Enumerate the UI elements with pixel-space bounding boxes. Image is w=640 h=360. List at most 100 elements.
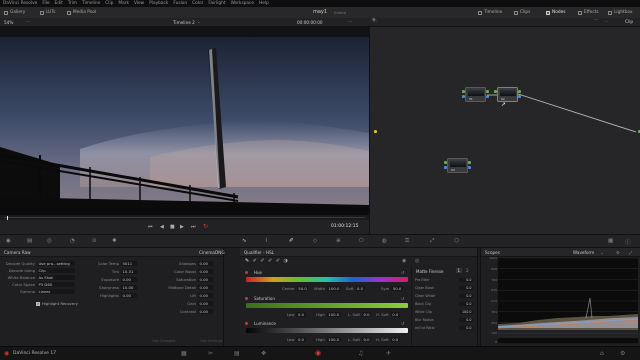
contrast-field[interactable]: Contrast 0.00 <box>156 309 213 314</box>
node-03-key-in[interactable] <box>444 166 447 169</box>
luminance-bar[interactable] <box>246 328 408 333</box>
contrast-input[interactable]: 0.00 <box>198 309 213 314</box>
shadows-input[interactable]: 0.00 <box>198 261 213 266</box>
node-mode[interactable]: Clip <box>625 20 633 25</box>
highlights-field[interactable]: Highlights 0.00 <box>85 293 137 298</box>
luminance-reset-icon[interactable]: ↺ <box>401 321 404 326</box>
midtone-detail-input[interactable]: 0.00 <box>198 285 213 290</box>
node-01-key-out[interactable] <box>486 95 489 98</box>
menu-app[interactable]: DaVinci Resolve <box>3 1 37 6</box>
scope-expand-icon[interactable]: ⤢ <box>629 250 632 255</box>
color-page-icon[interactable]: ◉ <box>315 349 321 357</box>
exposure-input[interactable]: 0.00 <box>121 277 137 282</box>
node-02[interactable]: 02 <box>497 87 518 102</box>
decode-using-field[interactable]: Decode Using Clip <box>2 268 75 273</box>
hue-spectrum-bar[interactable] <box>246 277 408 282</box>
matte-tab-2[interactable]: 2 <box>466 268 469 273</box>
picker-icon[interactable]: ✎ <box>245 258 249 264</box>
picker-plus-icon[interactable]: ✐ <box>260 258 264 264</box>
color-wheels-icon[interactable]: ◎ <box>47 238 52 244</box>
node-02-key-out[interactable] <box>518 95 521 98</box>
sat-lsoft-field[interactable]: L. Soft 0.0 <box>348 312 372 317</box>
play-reverse-icon[interactable]: ◀ <box>160 224 164 230</box>
luminance-enable-icon[interactable] <box>245 322 248 325</box>
node-editor-canvas[interactable]: 01 02 03 ➚ <box>369 27 640 234</box>
lum-low-input[interactable]: 0.0 <box>296 337 306 342</box>
white-balance-select[interactable]: As Shot <box>37 275 75 280</box>
color-space-field[interactable]: Color Space P3 D60 <box>2 282 75 287</box>
lightbox-toggle[interactable]: Lightbox <box>608 10 633 15</box>
softness-plus-icon[interactable]: ✐ <box>276 258 280 264</box>
window-icon[interactable]: ◇ <box>313 238 317 244</box>
cut-page-icon[interactable]: ✂ <box>208 350 213 357</box>
color-temp-field[interactable]: Color Temp 5011 <box>85 261 137 266</box>
decode-quality-select[interactable]: Use pro...setting <box>37 261 75 266</box>
sizing-icon[interactable]: ⤢ <box>430 238 434 245</box>
lum-hsoft-field[interactable]: H. Soft 0.0 <box>376 337 400 342</box>
clean-black-input[interactable]: 0.0 <box>459 286 473 290</box>
sharpness-field[interactable]: Sharpness 10.00 <box>85 285 137 290</box>
color-temp-input[interactable]: 5011 <box>121 261 137 266</box>
lift-input[interactable]: 0.00 <box>198 293 213 298</box>
qualifier-options-icon[interactable]: ◎ <box>415 258 419 264</box>
blur-icon[interactable]: ◍ <box>382 238 387 244</box>
node-options-icon[interactable]: ⋯ <box>604 19 608 24</box>
sat-hsoft-input[interactable]: 0.0 <box>390 312 400 317</box>
in-out-ratio-field[interactable]: In/Out Ratio 0.0 <box>415 326 473 330</box>
menu-file[interactable]: File <box>42 1 49 6</box>
color-space-select[interactable]: P3 D60 <box>37 282 75 287</box>
rgb-mixer-icon[interactable]: ◔ <box>70 238 75 244</box>
timeline-toggle[interactable]: Timeline <box>478 10 502 15</box>
use-settings-button[interactable]: Use Settings <box>200 339 223 343</box>
node-01-rgb-out[interactable] <box>486 90 489 93</box>
decode-quality-field[interactable]: Decode Quality Use pro...setting <box>2 261 75 266</box>
hue-width-input[interactable]: 100.0 <box>327 286 341 291</box>
menu-timeline[interactable]: Timeline <box>82 1 100 6</box>
motion-effects-icon[interactable]: ⊙ <box>92 238 97 244</box>
key-icon[interactable]: ⚿ <box>405 238 409 245</box>
white-clip-field[interactable]: White Clip 100.0 <box>415 310 473 314</box>
blur-radius-field[interactable]: Blur Radius 0.0 <box>415 318 473 322</box>
qualifier-reset-icon[interactable]: ◉ <box>402 258 406 264</box>
node-01[interactable]: 01 <box>465 87 486 102</box>
settings-icon[interactable]: ⚙ <box>620 350 625 357</box>
gallery-button[interactable]: Gallery <box>4 10 25 15</box>
color-boost-field[interactable]: Color Boost 0.00 <box>156 269 213 274</box>
menu-fairlight[interactable]: Fairlight <box>208 1 225 6</box>
camera-raw-icon[interactable]: ◉ <box>6 238 11 244</box>
highlight-recovery-option[interactable]: ✓ Highlight Recovery <box>36 301 78 306</box>
saturation-field[interactable]: Saturation 0.00 <box>156 277 213 282</box>
saturation-input[interactable]: 0.00 <box>198 277 213 282</box>
lum-lsoft-field[interactable]: L. Soft 0.0 <box>348 337 372 342</box>
node-01-rgb-in[interactable] <box>462 90 465 93</box>
matte-tab-1[interactable]: 1 <box>456 268 462 273</box>
fusion-page-icon[interactable]: ❖ <box>261 350 266 357</box>
hue-sym-input[interactable]: 50.0 <box>391 286 403 291</box>
scope-type-select[interactable]: Waveform <box>573 250 594 255</box>
playhead[interactable] <box>7 215 9 220</box>
black-clip-field[interactable]: Black Clip 0.0 <box>415 302 473 306</box>
menu-clip[interactable]: Clip <box>105 1 113 6</box>
fairlight-page-icon[interactable]: ♫ <box>358 350 363 357</box>
tracker-icon[interactable]: ⊕ <box>336 238 341 244</box>
menu-trim[interactable]: Trim <box>68 1 77 6</box>
node-02-rgb-out[interactable] <box>518 90 521 93</box>
color-boost-input[interactable]: 0.00 <box>198 269 213 274</box>
curves-icon[interactable]: ∿ <box>242 238 247 244</box>
stop-icon[interactable]: ■ <box>170 224 175 230</box>
magic-mask-icon[interactable]: ⬠ <box>359 238 364 244</box>
shadows-field[interactable]: Shadows 0.00 <box>156 261 213 266</box>
skip-back-icon[interactable]: ⏮ <box>148 224 153 230</box>
chevron-down-icon[interactable]: ⌄ <box>600 250 604 255</box>
hue-enable-icon[interactable] <box>245 271 248 274</box>
hue-center-field[interactable]: Center 50.0 <box>282 286 309 291</box>
play-icon[interactable]: ▶ <box>180 224 184 230</box>
hue-center-input[interactable]: 50.0 <box>296 286 309 291</box>
highlights-input[interactable]: 0.00 <box>121 293 137 298</box>
menu-workspace[interactable]: Workspace <box>231 1 255 6</box>
blur-radius-input[interactable]: 0.0 <box>459 318 473 322</box>
lift-field[interactable]: Lift 0.00 <box>156 293 213 298</box>
lum-high-field[interactable]: High 100.0 <box>316 337 341 342</box>
menu-color[interactable]: Color <box>192 1 203 6</box>
saturation-enable-icon[interactable] <box>245 297 248 300</box>
